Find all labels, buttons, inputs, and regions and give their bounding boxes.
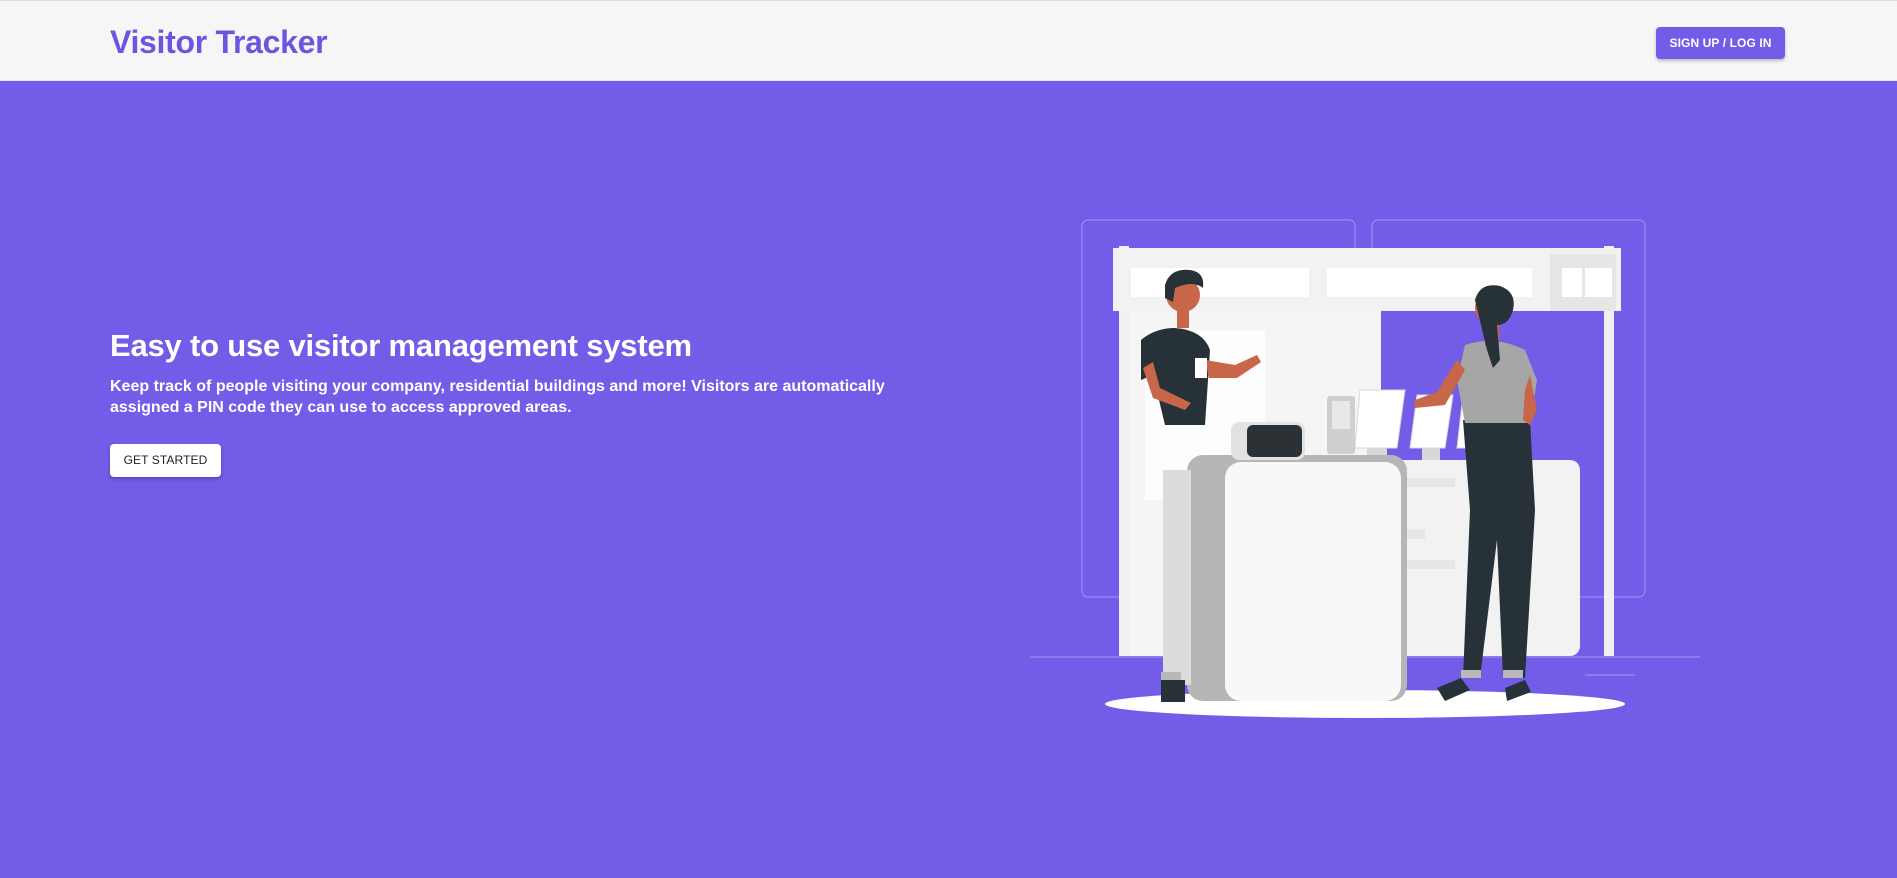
reception-desk-illustration (1025, 210, 1715, 730)
hero-description: Keep track of people visiting your compa… (110, 378, 885, 416)
get-started-button[interactable]: GET STARTED (110, 444, 221, 477)
reception-illustration-svg (1030, 219, 1700, 718)
tablet-1 (1354, 389, 1406, 449)
main-desk-front (1225, 462, 1401, 701)
top-navbar: Visitor Tracker SIGN UP / LOG IN (0, 0, 1897, 81)
sign-up-log-in-button[interactable]: SIGN UP / LOG IN (1656, 27, 1785, 59)
brand-logo-text[interactable]: Visitor Tracker (110, 23, 328, 61)
hero-title: Easy to use visitor management system (110, 328, 692, 363)
header-sign-1 (1131, 268, 1309, 297)
